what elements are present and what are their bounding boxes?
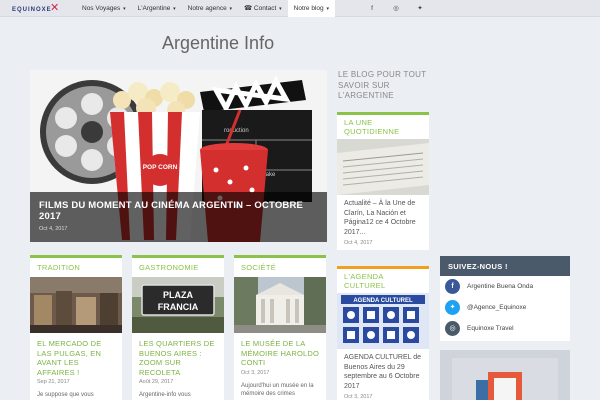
main-nav: Nos Voyages ▾ L'Argentine ▾ Notre agence…: [76, 0, 335, 17]
card-date: Oct 3, 2017: [241, 369, 270, 376]
social-nav: f ◎ ✦: [360, 0, 432, 17]
hero-date: Oct 4, 2017: [39, 226, 68, 232]
bottom-widget: [440, 350, 570, 400]
card-title[interactable]: LE MUSÉE DE LA MÉMOIRE HAROLDO CONTI: [234, 333, 326, 368]
chevron-down-icon: ▾: [229, 6, 233, 12]
page-title: Argentine Info: [162, 33, 275, 53]
side-category[interactable]: LA UNE QUOTIDIENNE: [337, 115, 429, 139]
card-category[interactable]: GASTRONOMIE: [132, 258, 224, 277]
sign-text-plaza: PLAZA: [163, 290, 193, 300]
chevron-down-icon: ▾: [123, 6, 126, 12]
instagram-icon[interactable]: ◎: [384, 0, 408, 17]
follow-heading: SUIVEZ-NOUS !: [440, 256, 570, 276]
side-date: Oct 4, 2017: [344, 240, 373, 246]
follow-label: @Agence_Equinoxe: [467, 304, 527, 311]
card-excerpt: Argentine-info vous: [139, 392, 191, 398]
follow-facebook[interactable]: f Argentine Buena Onda: [440, 276, 570, 297]
side-title[interactable]: AGENDA CULTUREL de Buenos Aires du 29 se…: [337, 349, 429, 391]
card-category[interactable]: SOCIÉTÉ: [234, 258, 326, 277]
nav-label: Notre agence: [187, 5, 227, 12]
nav-item-contact[interactable]: ☎ Contact ▾: [238, 0, 288, 17]
card-title[interactable]: LES QUARTIERS DE BUENOS AIRES : ZOOM SUR…: [132, 333, 224, 377]
sign-text-francia: FRANCIA: [158, 302, 199, 312]
side-card-la-une[interactable]: LA UNE QUOTIDIENNE Actualité – À la Une …: [337, 112, 429, 250]
side-category[interactable]: L'AGENDA CULTUREL: [337, 269, 429, 293]
card-excerpt: Je suppose que vous: [37, 392, 94, 398]
follow-label: Equinoxe Travel: [467, 325, 514, 332]
instagram-icon: ◎: [445, 321, 460, 336]
facebook-icon: f: [445, 279, 460, 294]
agenda-banner-text: AGENDA CULTUREL: [353, 298, 413, 304]
blog-heading: LE BLOG POUR TOUT SAVOIR SUR L'ARGENTINE: [338, 70, 427, 100]
nav-item-blog[interactable]: Notre blog ▾: [287, 0, 335, 17]
article-card-tradition[interactable]: TRADITION EL MERCADO DE LAS PULGAS, EN A…: [30, 255, 122, 400]
facebook-icon[interactable]: f: [360, 0, 384, 17]
clapper-text: roduction: [224, 128, 249, 134]
follow-label: Argentine Buena Onda: [467, 283, 534, 290]
agenda-image: AGENDA CULTUREL: [337, 293, 429, 349]
chevron-down-icon: ▾: [173, 6, 176, 12]
card-category[interactable]: TRADITION: [30, 258, 122, 277]
follow-instagram[interactable]: ◎ Equinoxe Travel: [440, 318, 570, 339]
chevron-down-icon: ▾: [326, 6, 329, 12]
nav-label: ☎ Contact: [244, 5, 277, 12]
card-title[interactable]: EL MERCADO DE LAS PULGAS, EN AVANT LES A…: [30, 333, 122, 377]
newspaper-image: [337, 139, 429, 195]
hero-title[interactable]: FILMS DU MOMENT AU CINÉMA ARGENTIN – OCT…: [39, 200, 318, 222]
side-card-agenda[interactable]: L'AGENDA CULTUREL AGENDA CULTUREL AGENDA…: [337, 266, 429, 400]
document-illustration: [452, 358, 558, 400]
nav-label: Notre blog: [293, 5, 324, 12]
article-card-gastronomie[interactable]: GASTRONOMIE PLAZA FRANCIA LES QUARTIERS …: [132, 255, 224, 400]
nav-item-voyages[interactable]: Nos Voyages ▾: [76, 0, 132, 17]
logo-text: EQUINOXE: [12, 7, 52, 13]
nav-label: Nos Voyages: [82, 5, 121, 12]
card-image-museum: [234, 277, 326, 333]
hero-article[interactable]: roduction take POP CORN FILMS DU MOMENT …: [30, 70, 327, 242]
article-card-societe[interactable]: SOCIÉTÉ LE MUSÉE DE LA MÉMOIRE HAROLDO C…: [234, 255, 326, 400]
hero-caption: FILMS DU MOMENT AU CINÉMA ARGENTIN – OCT…: [30, 192, 327, 242]
side-date: Oct 3, 2017: [344, 394, 373, 400]
card-image-plaza-francia: PLAZA FRANCIA: [132, 277, 224, 333]
follow-widget: SUIVEZ-NOUS ! f Argentine Buena Onda ✦ @…: [440, 256, 570, 341]
nav-item-agence[interactable]: Notre agence ▾: [182, 0, 238, 17]
twitter-icon: ✦: [445, 300, 460, 315]
top-navbar: EQUINOXE ✕ Nos Voyages ▾ L'Argentine ▾ N…: [0, 0, 600, 17]
chevron-down-icon: ▾: [279, 6, 282, 12]
logo-mark-icon: ✕: [50, 2, 60, 14]
follow-twitter[interactable]: ✦ @Agence_Equinoxe: [440, 297, 570, 318]
nav-item-argentine[interactable]: L'Argentine ▾: [132, 0, 182, 17]
card-date: Sep 21, 2017: [37, 379, 70, 385]
card-date: Août 29, 2017: [139, 379, 174, 385]
nav-label: L'Argentine: [137, 5, 171, 12]
popcorn-label: POP CORN: [143, 164, 178, 171]
twitter-icon[interactable]: ✦: [408, 0, 432, 17]
side-title[interactable]: Actualité – À la Une de Clarín, La Nació…: [337, 195, 429, 237]
card-image-market: [30, 277, 122, 333]
card-excerpt: Aujourd'hui un musée en la mémoire des c…: [241, 382, 314, 397]
equinoxe-logo[interactable]: EQUINOXE ✕: [12, 2, 64, 16]
